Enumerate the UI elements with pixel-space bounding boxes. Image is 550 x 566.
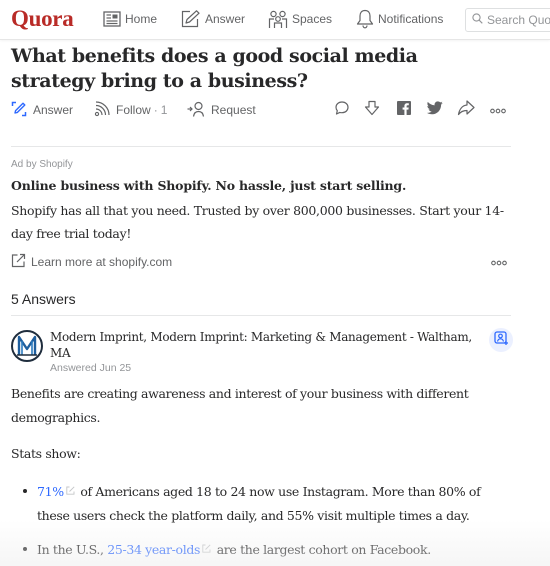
nav-home[interactable]: Home (103, 8, 157, 30)
question-action-bar: Answer Follow · 1 Request (11, 99, 511, 121)
question-title: What benefits does a good social media s… (11, 45, 418, 92)
facebook-icon (397, 100, 411, 120)
answer-button[interactable]: Answer (11, 100, 73, 120)
nav-answer-label: Answer (205, 12, 246, 26)
follow-button-label: Follow (116, 103, 151, 117)
answer-button-label: Answer (33, 103, 74, 117)
search-box[interactable] (465, 8, 550, 32)
ad-title[interactable]: Online business with Shopify. No hassle,… (11, 178, 406, 193)
comment-button[interactable] (333, 100, 351, 121)
source-link[interactable]: 71% (37, 484, 64, 499)
answer-paragraph: Stats show: (11, 446, 81, 461)
list-item: In the U.S., 25-34 year-olds are the lar… (11, 537, 511, 562)
request-person-icon (187, 101, 205, 120)
author-avatar[interactable] (11, 330, 43, 362)
ad-learn-more-link[interactable]: Learn more at shopify.com (11, 253, 172, 271)
bullet-text: In the U.S., (37, 542, 108, 557)
search-input[interactable] (487, 13, 550, 27)
answers-count-heading: 5 Answers (11, 291, 76, 307)
ad-link-label: Learn more at shopify.com (31, 255, 173, 269)
modern-imprint-logo-icon (17, 335, 37, 356)
twitter-icon (426, 100, 443, 120)
question-divider (11, 146, 511, 147)
follow-separator: · (153, 103, 158, 117)
nav-spaces-label: Spaces (292, 12, 333, 26)
downvote-button[interactable] (363, 100, 381, 121)
comment-icon (334, 100, 350, 121)
share-icon (457, 99, 475, 121)
pencil-square-icon (181, 10, 201, 28)
home-feed-icon (103, 11, 121, 27)
downvote-icon (364, 100, 380, 121)
source-link[interactable]: 25-34 year-olds (107, 542, 200, 557)
follow-button[interactable]: Follow · 1 (94, 100, 167, 120)
external-link-icon (11, 253, 26, 271)
request-button[interactable]: Request (187, 100, 256, 120)
bell-icon (356, 9, 374, 29)
nav-notifications-label: Notifications (378, 12, 444, 26)
nav-home-label: Home (125, 12, 158, 26)
answers-divider (11, 315, 511, 316)
follow-author-button[interactable] (489, 328, 513, 352)
answered-date[interactable]: Answered Jun 25 (50, 362, 131, 374)
answer-paragraph: Benefits are creating awareness and inte… (11, 386, 469, 425)
follow-count: 1 (160, 103, 168, 117)
bullet-text: of Americans aged 18 to 24 now use Insta… (37, 484, 481, 523)
more-options-button[interactable] (489, 101, 507, 119)
nav-answer[interactable]: Answer (181, 8, 245, 30)
nav-notifications[interactable]: Notifications (356, 8, 443, 30)
share-twitter-button[interactable] (426, 100, 444, 120)
share-facebook-button[interactable] (395, 100, 413, 120)
external-link-icon (66, 479, 75, 503)
bullet-text: are the largest cohort on Facebook. (213, 542, 432, 557)
top-nav-bar: Quora Home Answer Spaces Notifications (0, 0, 550, 40)
quora-logo[interactable]: Quora (11, 6, 74, 32)
request-button-label: Request (211, 103, 256, 117)
follow-person-icon (494, 330, 508, 350)
people-group-icon (268, 10, 288, 29)
ad-body: Shopify has all that you need. Trusted b… (11, 203, 504, 241)
external-link-icon (202, 537, 211, 561)
share-button[interactable] (457, 99, 475, 121)
ad-more-button[interactable] (489, 256, 509, 268)
nav-spaces[interactable]: Spaces (268, 8, 332, 30)
more-icon (490, 101, 506, 119)
author-name[interactable]: Modern Imprint, Modern Imprint: Marketin… (50, 329, 480, 361)
answer-pencil-icon (11, 101, 27, 120)
list-item: 71% of Americans aged 18 to 24 now use I… (11, 479, 511, 527)
more-icon (491, 253, 507, 271)
ad-label: Ad by Shopify (11, 159, 73, 170)
answer-bullet-list: 71% of Americans aged 18 to 24 now use I… (11, 479, 511, 566)
search-icon (472, 13, 483, 27)
follow-rss-icon (94, 100, 110, 120)
